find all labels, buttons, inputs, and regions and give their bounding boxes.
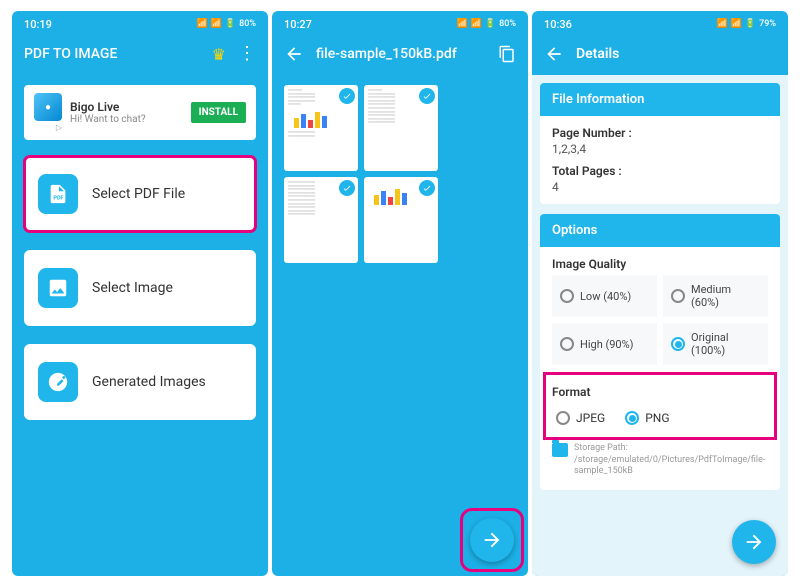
folder-icon bbox=[552, 443, 568, 457]
select-pdf-label: Select PDF File bbox=[92, 186, 185, 202]
ad-title: Bigo Live bbox=[70, 100, 183, 114]
select-image-button[interactable]: Select Image bbox=[24, 250, 256, 326]
image-quality-label: Image Quality bbox=[552, 257, 768, 271]
image-icon bbox=[38, 268, 78, 308]
page-thumb-3[interactable]: ━━━━━━━━━━━━━━━━━━━━━━━━━━━━━━━━━━━━━━━━… bbox=[284, 177, 358, 263]
status-bar: 10:19 📶📶🔋80% bbox=[12, 11, 268, 33]
quality-options: Low (40%) Medium (60%) High (90%) Origin… bbox=[552, 275, 768, 365]
app-bar: Details bbox=[532, 33, 788, 75]
select-image-label: Select Image bbox=[92, 280, 173, 296]
check-icon bbox=[419, 180, 435, 196]
page-number-label: Page Number : bbox=[552, 126, 768, 140]
storage-path-text: Storage Path: /storage/emulated/0/Pictur… bbox=[574, 443, 768, 478]
status-icons: 📶📶🔋80% bbox=[456, 19, 516, 29]
check-icon bbox=[339, 180, 355, 196]
generated-images-button[interactable]: Generated Images bbox=[24, 344, 256, 420]
app-bar: PDF TO IMAGE ♛ ⋮ bbox=[12, 33, 268, 75]
premium-icon[interactable]: ♛ bbox=[212, 45, 226, 64]
quality-medium[interactable]: Medium (60%) bbox=[663, 275, 768, 317]
pages-content: ━━━━━━━━━━━━━━━━━━━━━━━━━━━━━━━━━━━━━━━━… bbox=[272, 75, 528, 576]
check-icon bbox=[419, 88, 435, 104]
format-png[interactable]: PNG bbox=[625, 411, 669, 425]
appbar-title: Details bbox=[576, 46, 776, 62]
status-bar: 10:36 📶📶🔋79% bbox=[532, 11, 788, 33]
app-bar: file-sample_150kB.pdf bbox=[272, 33, 528, 75]
generated-images-label: Generated Images bbox=[92, 374, 206, 390]
select-all-icon[interactable] bbox=[498, 45, 516, 63]
ad-app-icon: ● bbox=[34, 93, 62, 121]
quality-original[interactable]: Original (100%) bbox=[663, 323, 768, 365]
status-time: 10:27 bbox=[284, 18, 312, 31]
home-content: ● ▷ Bigo Live Hi! Want to chat? INSTALL … bbox=[12, 75, 268, 576]
format-options: JPEG PNG bbox=[552, 403, 768, 433]
screen-details: 10:36 📶📶🔋79% Details File Information Pa… bbox=[532, 11, 788, 576]
next-fab[interactable] bbox=[470, 518, 514, 562]
options-card: Options Image Quality Low (40%) Medium (… bbox=[540, 214, 780, 490]
ad-badge: ▷ bbox=[56, 123, 62, 132]
appbar-title: file-sample_150kB.pdf bbox=[316, 46, 486, 62]
page-thumbnails: ━━━━━━━━━━━━━━━━━━━━━━━━━━━━━━━━━━━━━━━━… bbox=[284, 85, 516, 263]
svg-text:PDF: PDF bbox=[53, 196, 63, 202]
status-time: 10:19 bbox=[24, 18, 52, 31]
ad-install-button[interactable]: INSTALL bbox=[191, 102, 246, 123]
status-bar: 10:27 📶📶🔋80% bbox=[272, 11, 528, 33]
page-thumb-1[interactable]: ━━━━━━━━━━━━━━━━━━━━━━━━━━━━━━━━━━━━━━━━… bbox=[284, 85, 358, 171]
pdf-icon: PDF bbox=[38, 174, 78, 214]
ad-banner[interactable]: ● ▷ Bigo Live Hi! Want to chat? INSTALL bbox=[24, 85, 256, 140]
page-number-value: 1,2,3,4 bbox=[552, 142, 768, 156]
overflow-menu-icon[interactable]: ⋮ bbox=[238, 49, 256, 59]
file-info-header: File Information bbox=[540, 83, 780, 116]
format-jpeg[interactable]: JPEG bbox=[556, 411, 605, 425]
generated-icon bbox=[38, 362, 78, 402]
ad-text: Bigo Live Hi! Want to chat? bbox=[62, 100, 191, 125]
next-fab-highlight bbox=[466, 514, 518, 566]
quality-high[interactable]: High (90%) bbox=[552, 323, 657, 365]
options-header: Options bbox=[540, 214, 780, 247]
file-info-card: File Information Page Number : 1,2,3,4 T… bbox=[540, 83, 780, 204]
total-pages-value: 4 bbox=[552, 180, 768, 194]
convert-fab[interactable] bbox=[732, 520, 776, 564]
status-time: 10:36 bbox=[544, 18, 572, 31]
appbar-title: PDF TO IMAGE bbox=[24, 46, 200, 62]
total-pages-label: Total Pages : bbox=[552, 164, 768, 178]
status-icons: 📶📶🔋80% bbox=[196, 19, 256, 29]
screen-home: 10:19 📶📶🔋80% PDF TO IMAGE ♛ ⋮ ● ▷ Bigo L… bbox=[12, 11, 268, 576]
select-pdf-button[interactable]: PDF Select PDF File bbox=[24, 156, 256, 232]
check-icon bbox=[339, 88, 355, 104]
format-section-highlight: Format JPEG PNG bbox=[544, 373, 776, 439]
format-label: Format bbox=[552, 385, 768, 399]
page-thumb-2[interactable]: ━━━━━━━━━━━━━━━━━━━━━━━━━━━━━━━━━━━━━━━━… bbox=[364, 85, 438, 171]
ad-subtitle: Hi! Want to chat? bbox=[70, 114, 183, 125]
screen-pages: 10:27 📶📶🔋80% file-sample_150kB.pdf ━━━━━… bbox=[272, 11, 528, 576]
status-icons: 📶📶🔋79% bbox=[716, 19, 776, 29]
page-thumb-4[interactable] bbox=[364, 177, 438, 263]
quality-low[interactable]: Low (40%) bbox=[552, 275, 657, 317]
back-icon[interactable] bbox=[544, 44, 564, 64]
back-icon[interactable] bbox=[284, 44, 304, 64]
details-content: File Information Page Number : 1,2,3,4 T… bbox=[532, 75, 788, 576]
storage-path-row: Storage Path: /storage/emulated/0/Pictur… bbox=[540, 439, 780, 490]
